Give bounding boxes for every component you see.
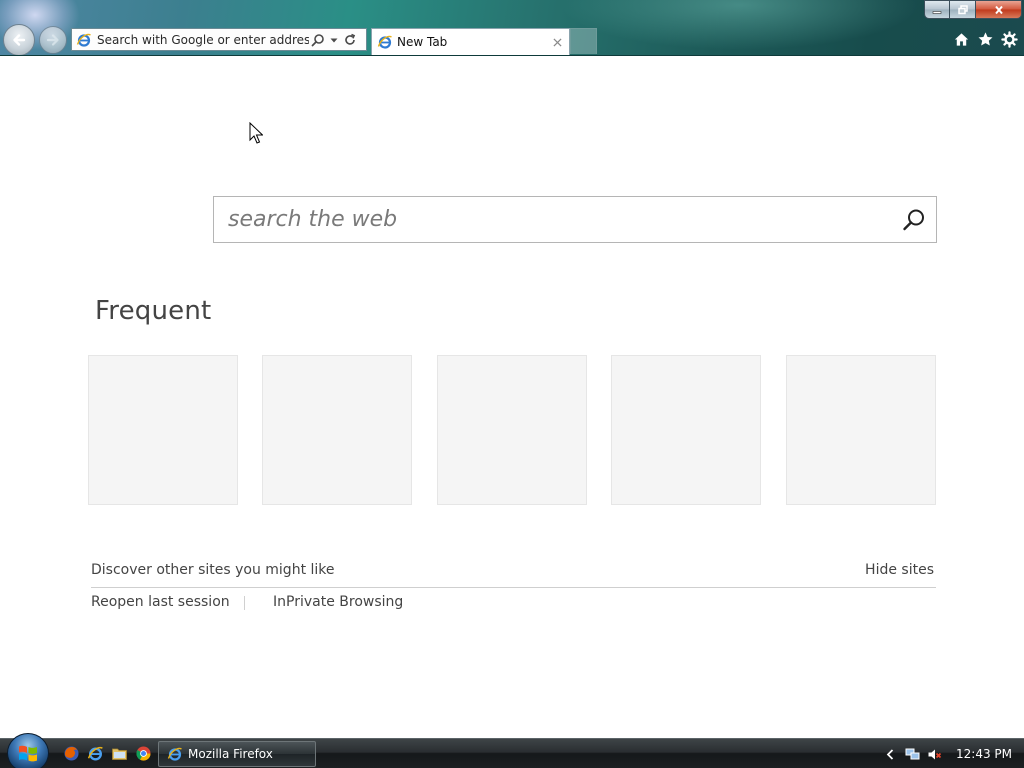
quick-launch-chrome[interactable] <box>134 744 152 762</box>
minimize-icon <box>932 10 942 14</box>
inprivate-browsing-link[interactable]: InPrivate Browsing <box>273 594 403 610</box>
frequent-site-tile[interactable] <box>88 355 238 505</box>
show-hidden-icons-button[interactable] <box>882 746 898 762</box>
address-bar[interactable] <box>71 28 367 51</box>
network-icon <box>905 748 919 759</box>
internet-explorer-icon <box>76 33 91 47</box>
star-icon <box>978 31 992 46</box>
favorites-button[interactable] <box>976 30 994 48</box>
frequent-site-tile[interactable] <box>611 355 761 505</box>
address-search-button[interactable] <box>311 33 325 47</box>
taskbar-window-label: Mozilla Firefox <box>188 747 273 761</box>
system-tray: 12:43 PM <box>876 739 1024 768</box>
address-dropdown-button[interactable] <box>327 33 341 47</box>
tab-new-tab[interactable]: New Tab <box>371 28 570 55</box>
chrome-icon <box>135 746 151 761</box>
windows-logo-icon <box>19 745 37 762</box>
quick-launch-bar <box>62 744 152 762</box>
taskbar-window-button[interactable]: Mozilla Firefox <box>158 741 316 767</box>
internet-explorer-icon <box>87 746 103 761</box>
search-icon <box>903 209 924 230</box>
refresh-button[interactable] <box>343 33 357 47</box>
minimize-button[interactable] <box>924 0 950 19</box>
frequent-site-tile[interactable] <box>786 355 936 505</box>
volume-tray-button[interactable] <box>926 746 942 762</box>
internet-explorer-icon <box>167 747 182 761</box>
search-icon <box>311 33 324 46</box>
close-icon <box>994 5 1003 14</box>
web-search-input[interactable] <box>214 199 892 240</box>
back-button[interactable] <box>3 24 35 55</box>
gear-icon <box>1000 30 1018 48</box>
frequent-heading: Frequent <box>95 296 212 326</box>
tab-label: New Tab <box>397 35 448 49</box>
web-search-box[interactable] <box>213 196 937 243</box>
frequent-site-tile[interactable] <box>262 355 412 505</box>
volume-muted-icon <box>928 749 941 759</box>
internet-explorer-icon <box>377 35 392 49</box>
forward-button[interactable] <box>39 26 67 54</box>
start-button[interactable] <box>7 733 49 768</box>
browser-toolbar-right <box>952 30 1018 48</box>
close-icon <box>552 37 562 47</box>
tools-button[interactable] <box>1000 30 1018 48</box>
mouse-cursor-icon <box>249 122 263 144</box>
web-search-button[interactable] <box>892 198 936 242</box>
hide-sites-link[interactable]: Hide sites <box>865 562 934 578</box>
taskbar: Mozilla Firefox 12:43 PM <box>0 733 1024 768</box>
link-separator <box>244 596 245 610</box>
back-arrow-icon <box>13 34 26 46</box>
window-controls <box>924 0 1022 19</box>
address-input[interactable] <box>97 29 309 50</box>
discover-sites-link[interactable]: Discover other sites you might like <box>91 562 335 578</box>
restore-button[interactable] <box>950 0 976 19</box>
title-bar-glow <box>560 0 920 50</box>
folder-icon <box>111 748 127 760</box>
quick-launch-firefox[interactable] <box>62 744 80 762</box>
frequent-sites-grid <box>88 355 938 505</box>
chevron-down-icon <box>330 38 338 42</box>
firefox-icon <box>64 746 78 760</box>
close-window-button[interactable] <box>976 0 1022 19</box>
quick-launch-internet-explorer[interactable] <box>86 744 104 762</box>
clock[interactable]: 12:43 PM <box>956 747 1012 761</box>
chevron-left-icon <box>886 748 893 760</box>
new-tab-button[interactable] <box>570 28 597 54</box>
forward-arrow-icon <box>46 34 59 46</box>
divider <box>91 587 936 588</box>
close-tab-button[interactable] <box>549 34 565 50</box>
reopen-last-session-link[interactable]: Reopen last session <box>91 594 230 610</box>
refresh-icon <box>345 33 356 45</box>
home-button[interactable] <box>952 30 970 48</box>
restore-icon <box>957 4 968 14</box>
frequent-site-tile[interactable] <box>437 355 587 505</box>
home-icon <box>954 32 968 46</box>
quick-launch-explorer[interactable] <box>110 744 128 762</box>
browser-title-bar: New Tab <box>0 0 1024 56</box>
network-tray-button[interactable] <box>904 746 920 762</box>
